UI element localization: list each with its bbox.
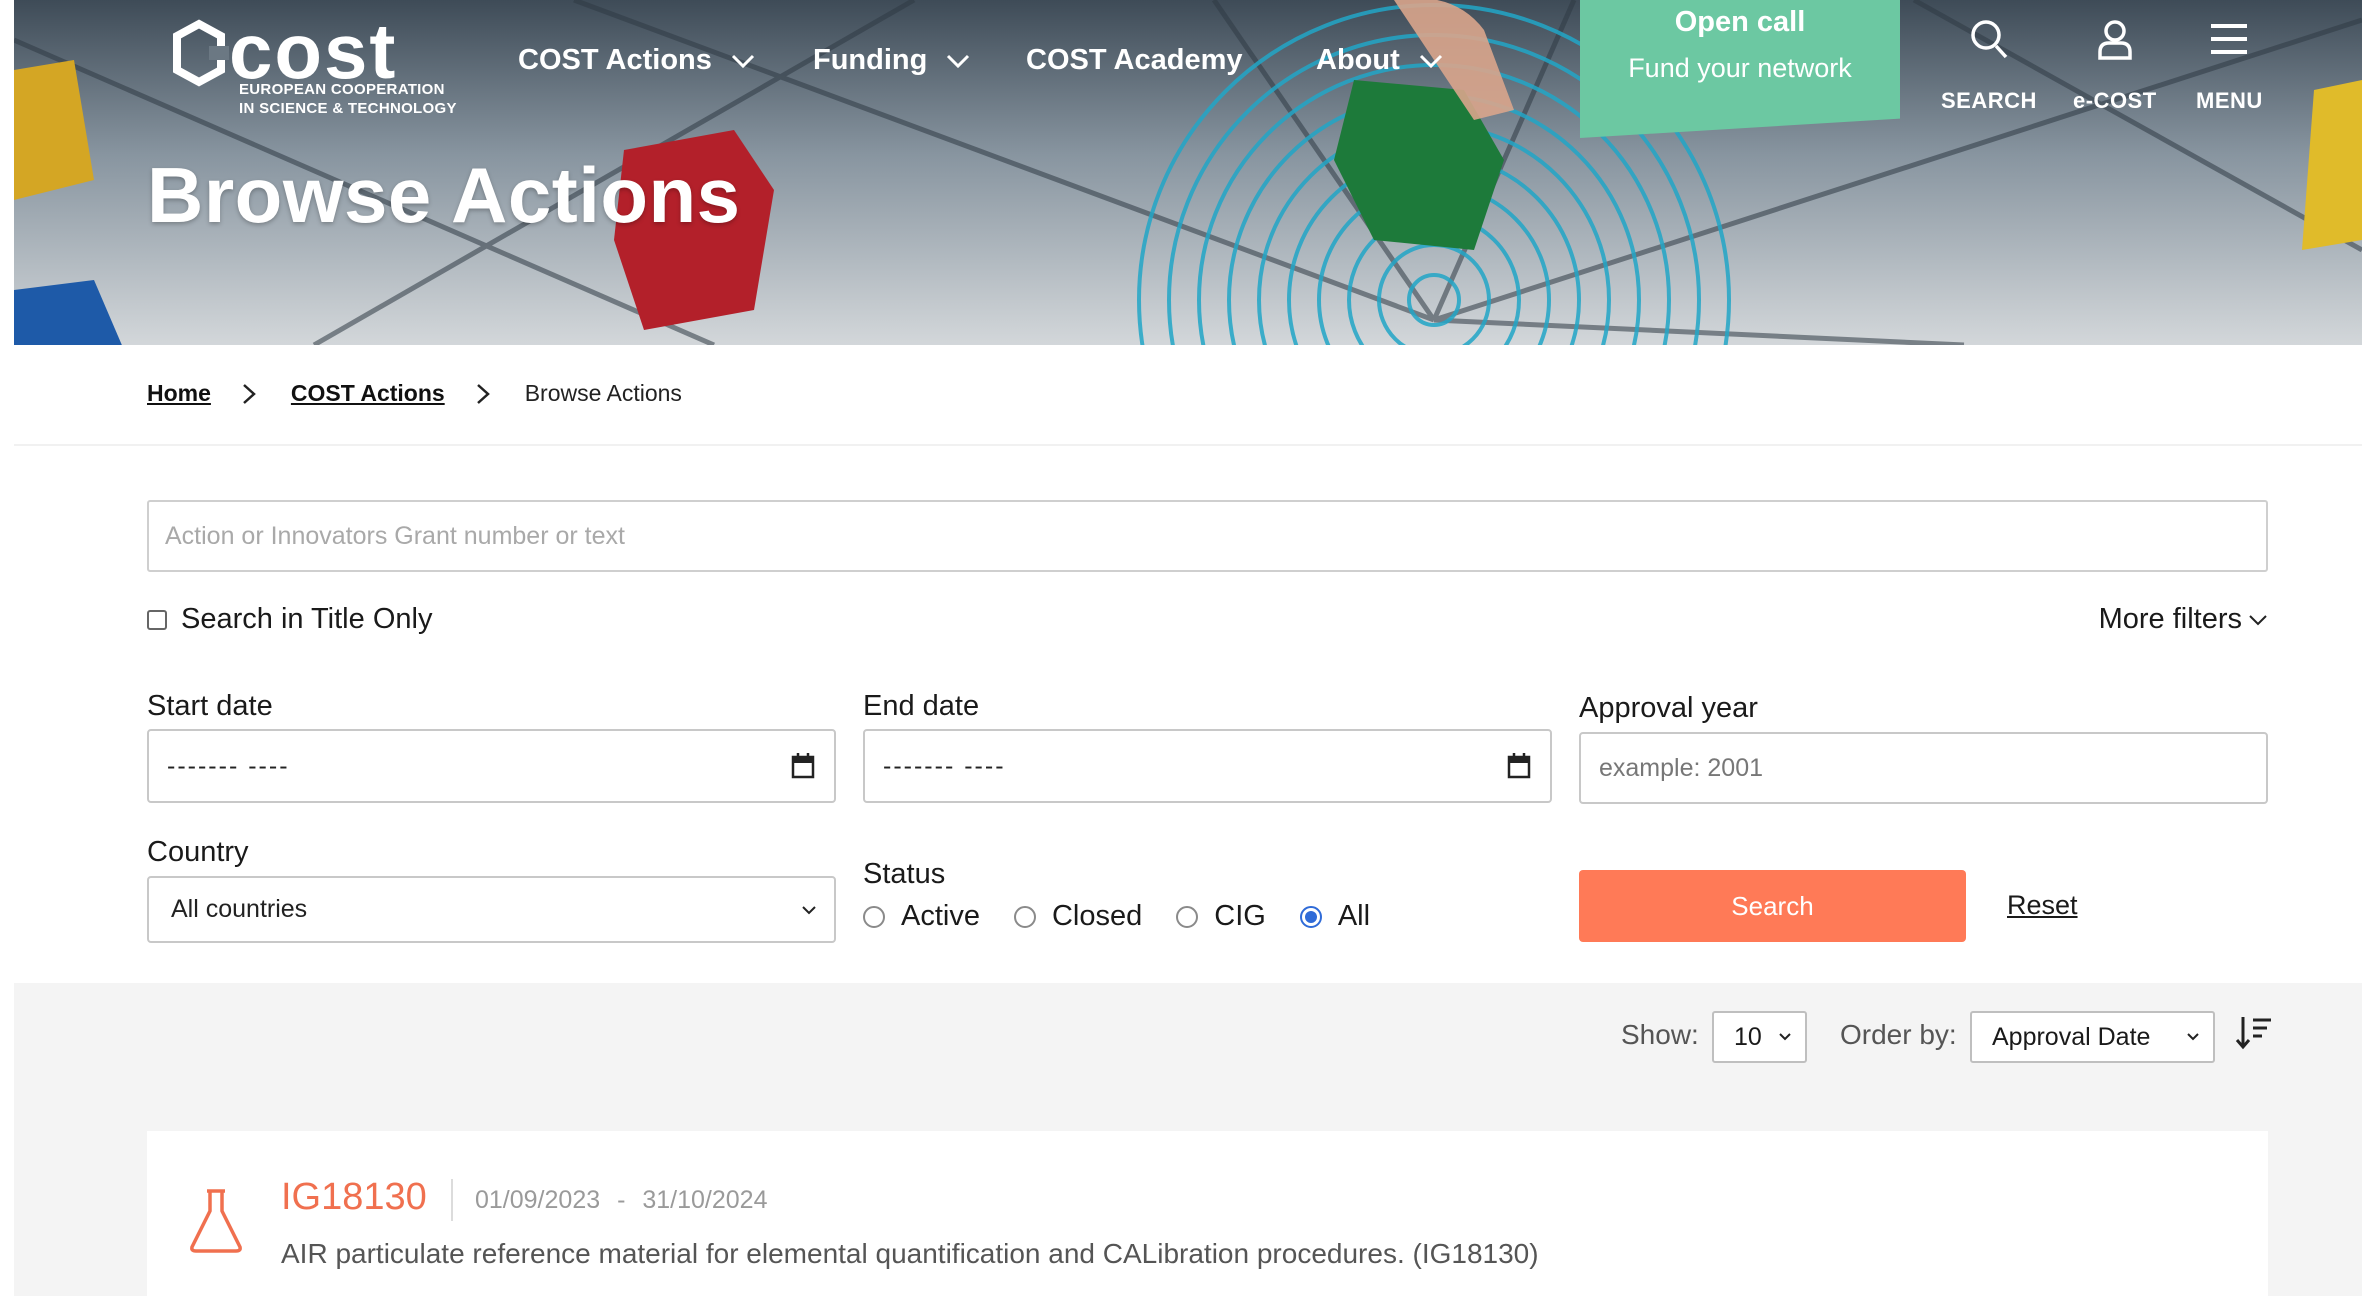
end-date-field[interactable]: ------- ---- — [863, 729, 1552, 803]
logo-subtitle: EUROPEAN COOPERATION IN SCIENCE & TECHNO… — [239, 81, 457, 117]
chevron-down-icon — [1779, 1033, 1791, 1041]
order-by-label: Order by: — [1840, 1019, 1957, 1050]
chevron-down-icon — [1419, 54, 1442, 68]
chevron-down-icon — [2249, 614, 2267, 625]
status-option-all[interactable]: All — [1299, 900, 1371, 933]
search-icon — [1971, 20, 2008, 59]
order-by-select[interactable]: Approval Date — [1970, 1011, 2215, 1063]
date-separator: - — [617, 1186, 626, 1214]
chevron-right-icon — [476, 383, 490, 404]
status-option-label: All — [1337, 900, 1371, 932]
status-option-active[interactable]: Active — [863, 900, 980, 933]
nav-item-cost-actions[interactable]: COST Actions — [518, 44, 756, 77]
status-option-label: Active — [901, 900, 980, 932]
page-size-select[interactable]: 10 — [1712, 1011, 1807, 1063]
calendar-icon[interactable] — [790, 752, 816, 780]
ecost-nav-button[interactable]: e-COST — [2073, 18, 2157, 114]
hero-banner: cost EUROPEAN COOPERATION IN SCIENCE & T… — [14, 0, 2362, 345]
status-option-closed[interactable]: Closed — [1013, 900, 1143, 933]
cost-logo[interactable]: cost EUROPEAN COOPERATION IN SCIENCE & T… — [157, 7, 456, 119]
menu-nav-button[interactable]: MENU — [2196, 18, 2263, 114]
more-filters-label: More filters — [2098, 603, 2242, 635]
sort-direction-icon[interactable] — [2234, 1013, 2274, 1053]
open-call-title: Open call — [1674, 6, 1806, 38]
chevron-right-icon — [243, 383, 256, 404]
breadcrumb-divider — [14, 444, 2362, 446]
chevron-down-icon — [947, 54, 970, 68]
show-label: Show: — [1621, 1019, 1699, 1050]
radio-button[interactable] — [863, 905, 885, 928]
start-date-value: ------- ---- — [167, 751, 290, 780]
page-size-value: 10 — [1734, 1022, 1762, 1051]
status-option-cig[interactable]: CIG — [1176, 900, 1266, 933]
action-title[interactable]: AIR particulate reference material for e… — [281, 1238, 1539, 1270]
approval-year-label: Approval year — [1579, 692, 1758, 724]
radio-button[interactable] — [1013, 905, 1036, 928]
search-nav-label: SEARCH — [1941, 88, 2037, 113]
flask-icon — [190, 1189, 242, 1253]
menu-nav-label: MENU — [2196, 88, 2263, 113]
nav-item-about[interactable]: About — [1316, 44, 1444, 77]
breadcrumb-home-link[interactable]: Home — [147, 380, 211, 407]
chevron-down-icon — [2187, 1033, 2199, 1041]
search-button[interactable]: Search — [1579, 870, 1966, 942]
nav-item-cost-academy[interactable]: COST Academy — [1026, 44, 1243, 77]
action-dates: 01/09/2023 - 31/10/2024 — [475, 1186, 767, 1215]
action-code[interactable]: IG18130 — [281, 1176, 427, 1219]
open-call-banner[interactable]: Open call Fund your network — [1580, 0, 1900, 138]
chevron-down-icon — [802, 905, 816, 914]
nav-item-label: COST Academy — [1026, 44, 1243, 76]
action-result-card[interactable]: IG18130 01/09/2023 - 31/10/2024 AIR part… — [147, 1131, 2268, 1296]
country-selected-value: All countries — [171, 895, 308, 923]
nav-item-label: COST Actions — [518, 44, 712, 76]
nav-item-label: About — [1316, 44, 1400, 76]
status-option-label: Closed — [1051, 900, 1143, 932]
code-divider — [451, 1179, 453, 1221]
approval-year-placeholder: example: 2001 — [1599, 753, 1764, 782]
action-start-date: 01/09/2023 — [475, 1186, 601, 1214]
page-title: Browse Actions — [147, 151, 741, 239]
title-only-label: Search in Title Only — [181, 603, 433, 635]
user-icon — [2098, 20, 2132, 60]
status-label: Status — [863, 858, 946, 890]
more-filters-toggle[interactable]: More filters — [2099, 603, 2268, 636]
country-label: Country — [147, 836, 249, 868]
search-input[interactable] — [147, 500, 2268, 572]
chevron-down-icon — [731, 54, 754, 68]
cost-logo-mark-icon — [173, 19, 229, 87]
breadcrumb: Home COST Actions Browse Actions — [147, 380, 682, 407]
radio-button-selected[interactable] — [1299, 905, 1322, 928]
status-option-label: CIG — [1214, 900, 1266, 932]
title-only-checkbox[interactable]: Search in Title Only — [147, 603, 432, 636]
nav-item-funding[interactable]: Funding — [813, 44, 971, 77]
end-date-label: End date — [863, 690, 980, 722]
action-end-date: 31/10/2024 — [642, 1186, 768, 1214]
start-date-label: Start date — [147, 690, 273, 722]
approval-year-input[interactable]: example: 2001 — [1579, 732, 2268, 804]
results-section: Show: 10 Order by: Approval Date IG18130… — [14, 983, 2362, 1296]
breadcrumb-cost-actions-link[interactable]: COST Actions — [291, 380, 445, 407]
start-date-field[interactable]: ------- ---- — [147, 729, 836, 803]
calendar-icon[interactable] — [1506, 752, 1532, 780]
end-date-value: ------- ---- — [883, 751, 1006, 780]
hamburger-icon — [2211, 24, 2248, 54]
country-select[interactable]: All countries — [147, 876, 836, 943]
reset-link[interactable]: Reset — [2007, 890, 2078, 921]
nav-item-label: Funding — [813, 44, 928, 76]
status-radio-group: Active Closed CIG All — [863, 900, 1404, 933]
breadcrumb-current: Browse Actions — [524, 380, 682, 406]
page: cost EUROPEAN COOPERATION IN SCIENCE & T… — [0, 0, 2362, 1296]
open-call-subtitle: Fund your network — [1628, 53, 1852, 83]
checkbox-box[interactable] — [147, 609, 167, 630]
search-nav-button[interactable]: SEARCH — [1941, 18, 2037, 114]
radio-button[interactable] — [1176, 905, 1199, 928]
ecost-nav-label: e-COST — [2073, 88, 2157, 113]
order-by-value: Approval Date — [1992, 1022, 2151, 1051]
